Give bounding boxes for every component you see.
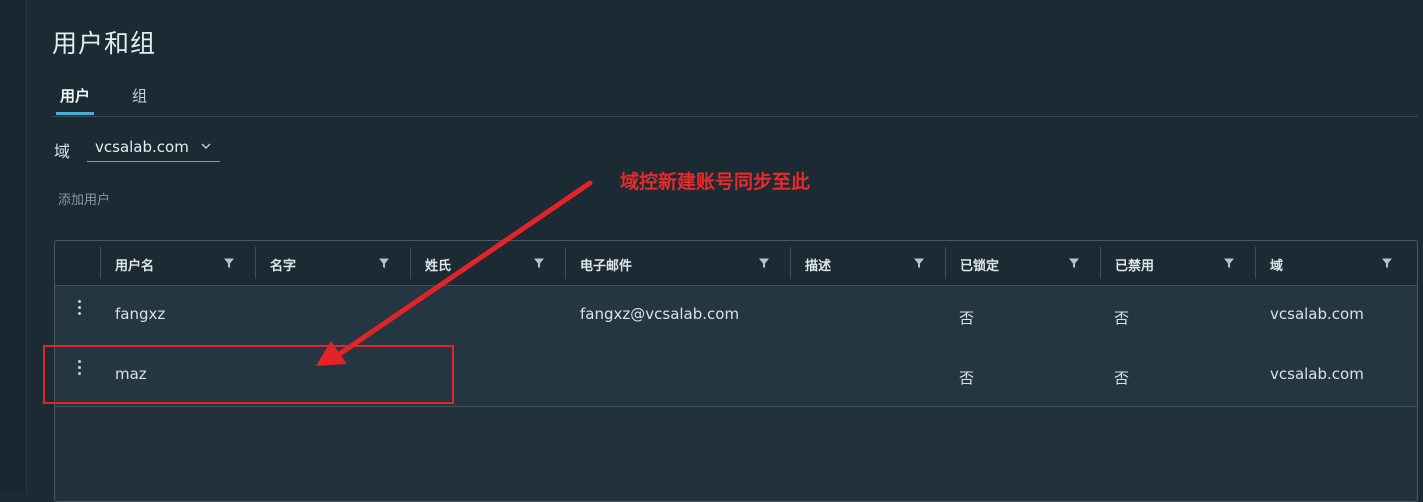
annotation-arrow	[316, 180, 593, 366]
annotation-caption: 域控新建账号同步至此	[620, 171, 811, 193]
